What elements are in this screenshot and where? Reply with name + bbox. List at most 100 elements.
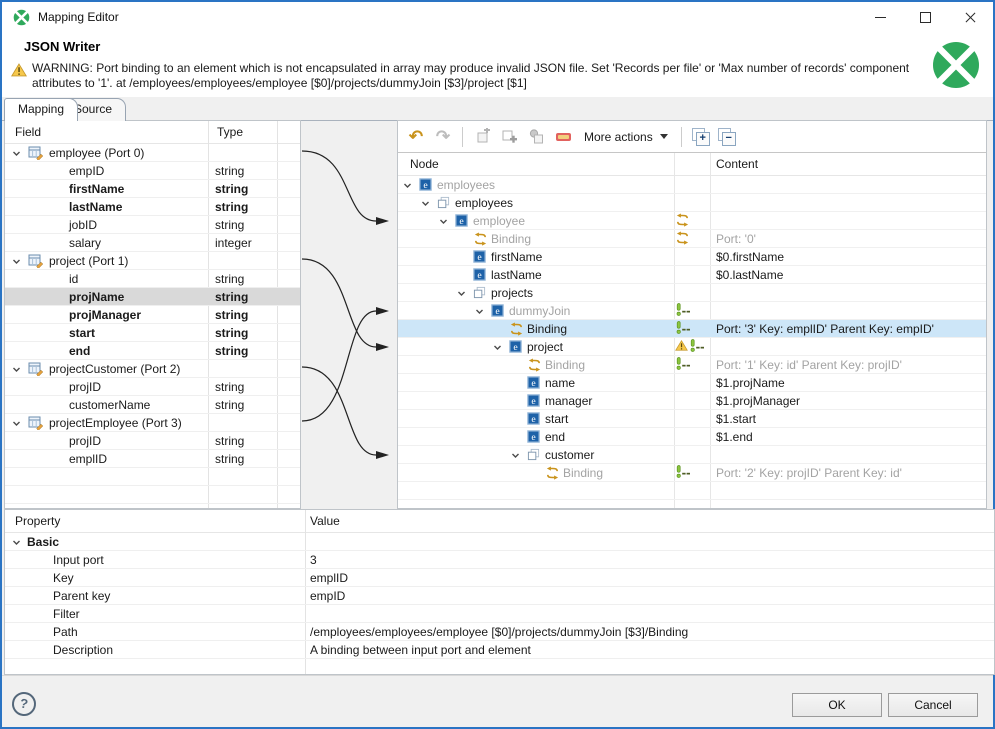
element-icon: e	[527, 394, 540, 407]
tree-row[interactable]: e dummyJoin	[398, 302, 986, 320]
property-row[interactable]: Input port3	[5, 551, 994, 569]
mapping-connectors	[301, 120, 397, 509]
tree-empty-row	[398, 482, 986, 500]
property-row[interactable]: DescriptionA binding between input port …	[5, 641, 994, 659]
element-icon: e	[527, 412, 540, 425]
tree-row[interactable]: BindingPort: '0'	[398, 230, 986, 248]
add-child-element-icon[interactable]	[472, 127, 492, 147]
maximize-icon[interactable]	[903, 2, 948, 32]
property-row[interactable]: Key emplID	[5, 569, 994, 587]
tree-empty-row	[398, 500, 986, 508]
cancel-button[interactable]: Cancel	[888, 693, 978, 717]
field-table-row[interactable]: idstring	[5, 270, 300, 288]
field-name: lastName	[69, 200, 122, 214]
close-icon[interactable]	[948, 2, 993, 32]
warning-line-1: WARNING: Port binding to an element whic…	[32, 61, 912, 76]
node-content: $0.firstName	[716, 250, 784, 264]
chevron-icon	[12, 257, 21, 266]
mapping-connector	[302, 259, 389, 351]
tree-row[interactable]: BindingPort: '2' Key: projID' Parent Key…	[398, 464, 986, 482]
tree-row[interactable]: elastName$0.lastName	[398, 266, 986, 284]
tab-mapping[interactable]: Mapping	[4, 98, 78, 121]
field-name: id	[69, 272, 78, 286]
dialog-header: JSON Writer WARNING: Port binding to an …	[2, 32, 993, 97]
tree-row[interactable]: emanager$1.projManager	[398, 392, 986, 410]
field-table-row[interactable]: emplIDstring	[5, 450, 300, 468]
node-status-cell	[675, 213, 709, 227]
field-table-row[interactable]: lastNamestring	[5, 198, 300, 216]
expand-all-icon[interactable]: +	[691, 127, 710, 146]
tree-row[interactable]: eemployees	[398, 176, 986, 194]
element-icon: e	[455, 214, 468, 227]
property-row[interactable]: Basic	[5, 533, 994, 551]
field-name: projID	[69, 434, 101, 448]
property-label: Key	[53, 571, 74, 585]
chevron-icon	[12, 419, 21, 428]
property-row[interactable]: Parent keyempID	[5, 587, 994, 605]
ok-button[interactable]: OK	[792, 693, 882, 717]
property-row[interactable]: Path/employees/employees/employee [$0]/p…	[5, 623, 994, 641]
add-element-icon[interactable]	[499, 127, 519, 147]
node-label: dummyJoin	[509, 304, 570, 318]
field-table-port-row[interactable]: projectCustomer (Port 2)	[5, 360, 300, 378]
field-table-row[interactable]: projNamestring	[5, 288, 300, 306]
key-icon	[675, 357, 691, 370]
field-name: projectEmployee (Port 3)	[49, 416, 182, 430]
property-value[interactable]: /employees/employees/employee [$0]/proje…	[310, 625, 688, 639]
field-table-row[interactable]: customerNamestring	[5, 396, 300, 414]
node-status-cell	[675, 303, 709, 316]
field-table-row[interactable]: projManagerstring	[5, 306, 300, 324]
element-wizard-icon[interactable]	[526, 127, 546, 147]
key-icon	[675, 465, 691, 478]
node-status-cell	[675, 339, 709, 352]
minimize-icon[interactable]	[858, 2, 903, 32]
tree-row[interactable]: estart$1.start	[398, 410, 986, 428]
collapse-all-icon[interactable]: −	[717, 127, 736, 146]
tree-row[interactable]: BindingPort: '3' Key: emplID' Parent Key…	[398, 320, 986, 338]
tree-row[interactable]: eend$1.end	[398, 428, 986, 446]
element-icon: e	[509, 340, 522, 353]
field-name: projID	[69, 380, 101, 394]
field-type: string	[215, 308, 248, 322]
column-property: Property	[15, 514, 60, 528]
field-name: firstName	[69, 182, 124, 196]
titlebar: Mapping Editor	[2, 2, 993, 32]
field-table-row[interactable]: jobIDstring	[5, 216, 300, 234]
help-icon[interactable]: ?	[10, 690, 37, 717]
property-row[interactable]: Filter	[5, 605, 994, 623]
field-table-port-row[interactable]: projectEmployee (Port 3)	[5, 414, 300, 432]
field-type: string	[215, 434, 244, 448]
svg-text:e: e	[531, 432, 535, 443]
property-value[interactable]: emplID	[310, 571, 348, 585]
tree-row[interactable]: customer	[398, 446, 986, 464]
field-table-row[interactable]: startstring	[5, 324, 300, 342]
chevron-icon	[12, 538, 21, 547]
tree-row[interactable]: ename$1.projName	[398, 374, 986, 392]
node-content: $1.projName	[716, 376, 785, 390]
field-name: employee (Port 0)	[49, 146, 144, 160]
mapping-connector	[302, 307, 389, 421]
field-table-row[interactable]: projIDstring	[5, 378, 300, 396]
redo-icon[interactable]: ↷	[433, 127, 453, 147]
remove-icon[interactable]	[553, 127, 573, 147]
tree-row[interactable]: eemployee	[398, 212, 986, 230]
field-table-port-row[interactable]: project (Port 1)	[5, 252, 300, 270]
node-status-cell	[675, 465, 709, 478]
field-table-row[interactable]: firstNamestring	[5, 180, 300, 198]
tree-row[interactable]: employees	[398, 194, 986, 212]
field-table-row[interactable]: empIDstring	[5, 162, 300, 180]
field-table-row[interactable]: endstring	[5, 342, 300, 360]
field-table-port-row[interactable]: employee (Port 0)	[5, 144, 300, 162]
field-table-row[interactable]: projID string	[5, 432, 300, 450]
more-actions-button[interactable]: More actions	[580, 128, 672, 146]
tree-row[interactable]: projects	[398, 284, 986, 302]
undo-icon[interactable]: ↶	[406, 127, 426, 147]
tree-row[interactable]: BindingPort: '1' Key: id' Parent Key: pr…	[398, 356, 986, 374]
property-value[interactable]: A binding between input port and element	[310, 643, 531, 657]
property-value[interactable]: empID	[310, 589, 345, 603]
tree-row[interactable]: eproject	[398, 338, 986, 356]
element-icon: e	[491, 304, 504, 317]
property-value[interactable]: 3	[310, 553, 317, 567]
tree-row[interactable]: efirstName$0.firstName	[398, 248, 986, 266]
field-table-row[interactable]: salaryinteger	[5, 234, 300, 252]
